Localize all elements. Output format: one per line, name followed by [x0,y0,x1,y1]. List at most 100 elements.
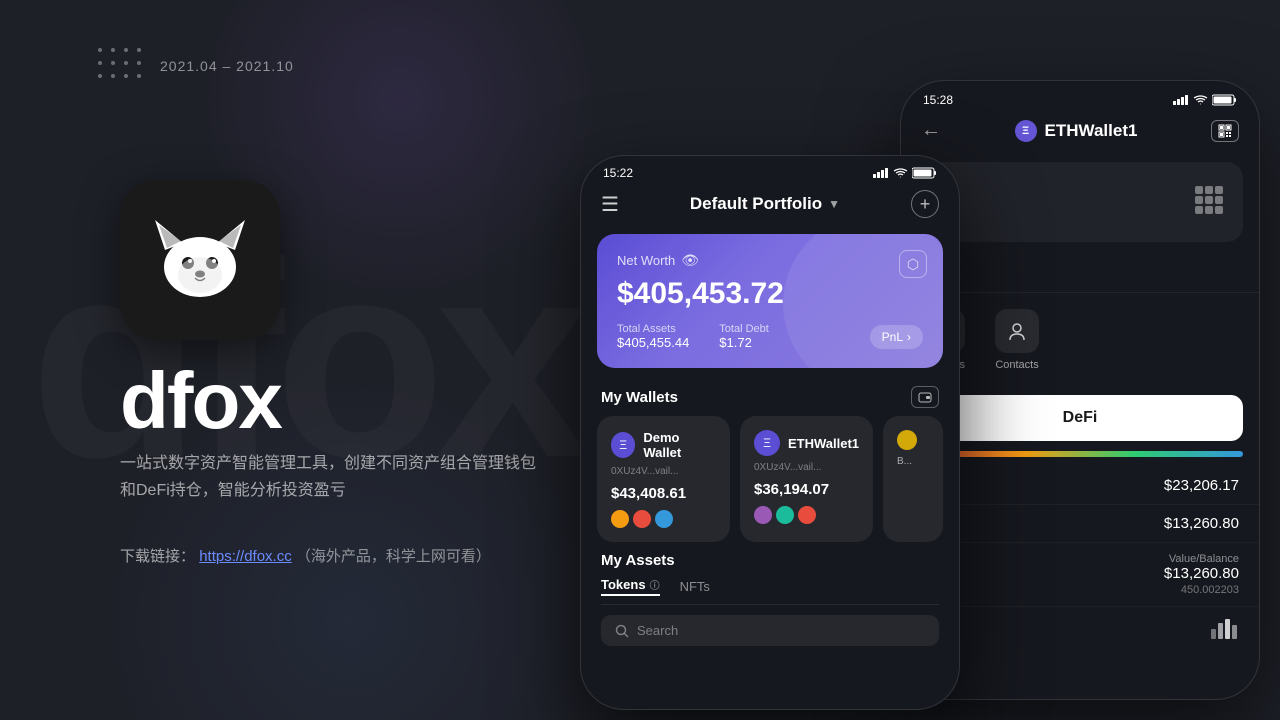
asset-sub-3: 450.002203 [1164,584,1239,596]
front-signal-icon [873,168,889,178]
tag-3 [655,510,673,528]
total-debt-stat: Total Debt $1.72 [719,323,769,350]
hamburger-icon[interactable]: ☰ [601,192,619,217]
networth-value: $405,453.72 [617,277,923,311]
demo-wallet-icon-row: Ξ Demo Wallet [611,430,716,460]
eth-tag-3 [798,506,816,524]
phone-front: 15:22 [580,155,960,710]
tag-2 [633,510,651,528]
front-time: 15:22 [603,166,633,180]
defi-button[interactable]: DeFi [917,395,1243,441]
search-icon [615,624,629,638]
eth-tag-2 [776,506,794,524]
battery-icon [1212,94,1237,106]
nfts-label: NFTs [680,579,710,594]
download-label: 下载链接： [120,548,195,565]
wallet-icon-svg [918,392,932,403]
wallets-section-header: My Wallets [581,374,959,416]
back-wallet-name: ETHWallet1 [1045,121,1138,141]
eth-wallet-tags [754,506,859,524]
demo-eth-icon: Ξ [611,432,635,458]
portfolio-name: Default Portfolio [690,194,822,214]
demo-wallet-name: Demo Wallet [643,430,716,460]
tab-nfts[interactable]: NFTs [680,577,710,596]
phones-container: 15:28 [560,0,1280,720]
wallets-manage-icon[interactable] [911,386,939,408]
total-assets-value: $405,455.44 [617,335,689,350]
app-name: dfox [120,355,281,447]
assets-title: My Assets [601,552,939,569]
total-debt-value: $1.72 [719,335,769,350]
asset-value-3: $13,260.80 [1164,565,1239,582]
search-placeholder: Search [637,623,678,638]
networth-label: Net Worth 👁 [617,252,923,269]
download-note: （海外产品，科学上网可看） [296,548,491,565]
wallet-card-demo[interactable]: Ξ Demo Wallet 0XUz4V...vail... $43,408.6… [597,416,730,542]
color-bar [917,451,1243,457]
asset-value-1: $23,206.17 [1164,477,1239,494]
front-battery-icon [912,167,937,179]
demo-wallet-balance: $43,408.61 [611,485,716,502]
back-wallet-title: Ξ ETHWallet1 [1015,120,1138,142]
front-wifi-icon [893,168,908,179]
front-status-icons [873,167,937,179]
eth-wallet-addr: 0XUz4V...vail... [754,462,859,473]
contacts-label: Contacts [995,359,1038,371]
tokens-label: Tokens [601,577,646,592]
contacts-item[interactable]: Contacts [995,309,1039,371]
back-status-icons [1173,94,1237,106]
assets-section: My Assets Tokens ⓘ NFTs Search [581,542,959,646]
back-time: 15:28 [923,93,953,107]
bar-chart-icon [1209,617,1239,639]
dots-grid [98,48,145,82]
eth-icon: Ξ [1015,120,1037,142]
wallets-title: My Wallets [601,389,678,406]
date-range: 2021.04 – 2021.10 [160,58,294,74]
wifi-icon [1193,95,1208,106]
total-debt-label: Total Debt [719,323,769,335]
partial-wallet-text: B... [897,456,929,467]
caret-down-icon: ▼ [828,197,840,211]
networth-card: Net Worth 👁 ⬡ $405,453.72 Total Assets $… [597,234,943,368]
eth-tag-1 [754,506,772,524]
back-header: ← Ξ ETHWallet1 [901,107,1259,154]
wallet-card-eth[interactable]: Ξ ETHWallet1 0XUz4V...vail... $36,194.07 [740,416,873,542]
eye-icon[interactable]: 👁 [681,252,699,269]
qr-svg [1218,124,1232,138]
partial-wallet-icon [897,430,917,450]
back-grid-area [917,162,1243,242]
tab-tokens[interactable]: Tokens ⓘ [601,577,660,596]
total-assets-label: Total Assets [617,323,689,335]
tokens-info-icon: ⓘ [650,577,660,592]
networth-stats: Total Assets $405,455.44 Total Debt $1.7… [617,323,923,350]
back-arrow-icon[interactable]: ← [921,119,941,142]
grid-icon [1195,186,1227,218]
chart-toggle-icon[interactable]: ⬡ [899,250,927,278]
qr-icon[interactable] [1211,120,1239,142]
eth-wallet-balance: $36,194.07 [754,481,859,498]
add-button[interactable]: + [911,190,939,218]
download-link: 下载链接： https://dfox.cc （海外产品，科学上网可看） [120,545,491,566]
download-url[interactable]: https://dfox.cc [199,548,292,565]
logo-container [120,180,280,340]
search-bar[interactable]: Search [601,615,939,646]
value-balance-label: Value/Balance [1164,553,1239,565]
signal-icon [1173,95,1189,105]
app-logo [145,205,255,315]
contacts-icon [995,309,1039,353]
wallet-grid: Ξ Demo Wallet 0XUz4V...vail... $43,408.6… [581,416,959,542]
assets-tabs: Tokens ⓘ NFTs [601,577,939,605]
front-header: ☰ Default Portfolio ▼ + [581,180,959,228]
eth-wallet-icon: Ξ [754,430,780,456]
pnl-arrow: › [907,330,911,344]
portfolio-title: Default Portfolio ▼ [690,194,840,214]
contacts-svg [1006,320,1028,342]
front-notch [700,156,840,184]
eth-wallet-icon-row: Ξ ETHWallet1 [754,430,859,456]
demo-wallet-tags [611,510,716,528]
demo-wallet-addr: 0XUz4V...vail... [611,466,716,477]
app-description: 一站式数字资产智能管理工具，创建不同资产组合管理钱包和DeFi持仓，智能分析投资… [120,450,540,504]
pnl-button[interactable]: PnL › [870,325,923,349]
pnl-label: PnL [882,330,903,344]
tag-1 [611,510,629,528]
